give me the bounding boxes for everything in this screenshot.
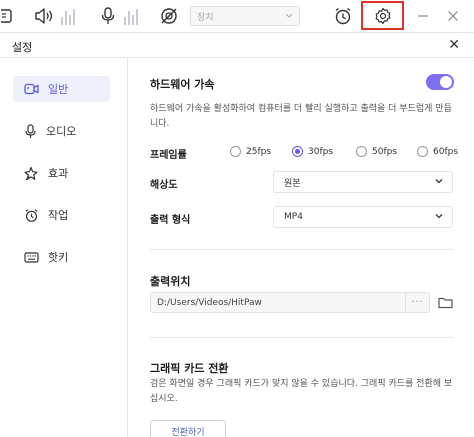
speaker-icon[interactable] [32,0,56,32]
browse-more-button[interactable]: ··· [405,293,429,312]
radio-label: 30fps [308,146,334,157]
sidebar-item-hotkeys[interactable]: 핫키 [13,244,110,270]
framerate-label: 프레임률 [150,150,187,161]
folder-icon[interactable] [438,296,453,312]
chevron-down-icon [434,176,444,189]
output-format-value: MP4 [284,212,303,222]
radio-circle[interactable] [356,146,367,157]
switch-gpu-button[interactable]: 전환하기 [150,420,226,437]
sidebar-item-label: 일반 [48,83,69,96]
microphone-icon[interactable] [96,0,120,32]
close-icon [448,11,458,21]
output-path-field[interactable]: D:/Users/Videos/HitPaw ··· [150,292,430,313]
radio-label: 60fps [433,146,459,157]
section-divider [150,337,454,338]
video-camera-icon [24,83,39,95]
output-path-value: D:/Users/Videos/HitPaw [157,297,262,308]
settings-button[interactable] [361,1,404,30]
gear-icon [375,7,390,24]
microphone-level-meter [124,9,138,25]
framerate-option-50[interactable]: 50fps [356,146,397,157]
screen-icon[interactable] [0,0,14,32]
sidebar-item-audio[interactable]: 오디오 [13,118,110,144]
sidebar-item-effects[interactable]: 효과 [13,160,110,186]
dialog-title: 설정 [12,41,33,54]
resolution-value: 원본 [284,178,301,189]
framerate-option-60[interactable]: 60fps [417,146,458,157]
section-divider [150,249,454,250]
window-close-button[interactable] [440,0,466,32]
gpu-switch-title: 그래픽 카드 전환 [150,362,229,375]
resolution-label: 해상도 [150,180,178,191]
hw-accel-title: 하드웨어 가속 [150,78,215,91]
sidebar-item-label: 핫키 [48,251,69,264]
chevron-down-icon [285,11,293,22]
hw-accel-description: 하드웨어 가속을 활성화하여 컴퓨터를 더 빨리 실행하고 출력을 더 부드럽게… [150,104,452,129]
microphone-icon [25,123,36,138]
dialog-close-button[interactable]: ✕ [448,37,460,53]
output-format-select[interactable]: MP4 [273,206,453,228]
framerate-option-25[interactable]: 25fps [230,146,271,157]
radio-circle[interactable] [230,146,241,157]
gpu-switch-description: 검은 화면일 경우 그래픽 카드가 맞지 않을 수 있습니다. 그래픽 카드를 … [150,379,453,404]
sidebar-item-tasks[interactable]: 작업 [13,202,110,228]
general-settings-panel: 하드웨어 가속 하드웨어 가속을 활성화하여 컴퓨터를 더 빨리 실행하고 출력… [128,58,474,437]
chevron-down-icon [434,211,444,224]
keyboard-icon [24,251,39,263]
radio-circle[interactable] [417,146,428,157]
radio-circle-selected[interactable] [292,146,303,157]
resolution-select[interactable]: 원본 [273,171,453,193]
device-select-placeholder: 장치 [197,12,214,23]
output-format-label: 출력 형식 [150,215,191,226]
sidebar-item-label: 오디오 [46,125,77,138]
device-select[interactable]: 장치 [190,6,300,26]
sidebar-item-label: 작업 [48,209,69,222]
framerate-option-30[interactable]: 30fps [292,146,333,157]
radio-label: 25fps [246,146,272,157]
alarm-clock-icon[interactable] [330,0,356,32]
settings-dialog-header: 설정 ✕ [0,32,474,58]
minimize-icon [418,15,428,17]
hw-accel-toggle[interactable] [426,74,454,90]
minimize-button[interactable] [410,0,436,32]
sidebar-item-label: 효과 [48,167,69,180]
output-location-title: 출력위치 [150,275,191,288]
alarm-clock-icon [25,208,38,222]
radio-label: 50fps [372,146,398,157]
speaker-level-meter [61,9,75,25]
sparkle-icon [24,166,38,180]
sidebar-item-general[interactable]: 일반 [13,76,110,102]
camera-off-icon[interactable] [156,0,182,32]
top-toolbar: 장치 [0,0,474,32]
settings-sidebar: 일반 오디오 효과 작업 핫키 [0,58,128,437]
